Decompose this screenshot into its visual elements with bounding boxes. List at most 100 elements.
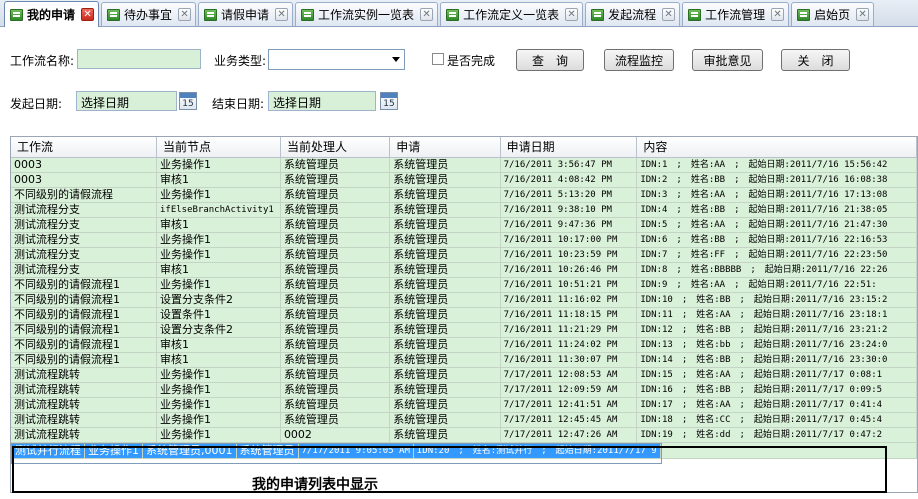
tab-4[interactable]: 工作流实例一览表 ✕ — [295, 2, 439, 26]
table-row[interactable]: 测试流程跳转 业务操作1 系统管理员 系统管理员 7/17/2011 12:45:45 … — [11, 412, 917, 428]
tab-8[interactable]: 启始页 ✕ — [791, 2, 875, 26]
tab-7[interactable]: 工作流管理 ✕ — [682, 2, 790, 26]
table-row[interactable]: 0003 业务操作1 系统管理员 系统管理员 7/16/2011 3:56:47 PM I… — [11, 157, 917, 173]
close-icon[interactable]: ✕ — [662, 8, 676, 21]
table-cell: IDN:12 ; 姓名:BB ; 起始日期:2011/7/16 23:21:2 — [636, 322, 917, 338]
table-cell: 系统管理员 — [280, 292, 391, 308]
table-cell: 测试流程跳转 — [11, 382, 157, 398]
application-list-grid[interactable]: 工作流 当前节点 当前处理人 申请 申请日期 内容 0003 业务操作1 系统管理员 系统管理员… — [10, 136, 918, 493]
table-row[interactable]: 测试流程分支 业务操作1 系统管理员 系统管理员 7/16/2011 10:17:00 … — [11, 232, 917, 248]
column-header[interactable]: 当前处理人 — [280, 137, 391, 158]
table-cell: 系统管理员 — [389, 277, 501, 293]
tab-bar: 我的申请 ✕ 待办事宜 ✕ 请假申请 ✕ 工作流实例一览表 ✕ 工作流定义一览表 ✕ 发起流程 ✕ 工作… — [0, 0, 918, 27]
table-cell: 7/16/2011 9:47:36 PM — [500, 217, 638, 233]
table-row[interactable]: 测试流程分支 审核1 系统管理员 系统管理员 7/16/2011 10:26:46 PM… — [11, 262, 917, 278]
table-row[interactable]: 测试流程分支 审核1 系统管理员 系统管理员 7/16/2011 9:47:36 PM I… — [11, 217, 917, 233]
query-button[interactable]: 查 询 — [516, 49, 584, 71]
end-date-input[interactable]: 选择日期 — [268, 91, 376, 111]
table-row[interactable]: 不同级别的请假流程1 设置分支条件2 系统管理员 系统管理员 7/16/2011 11:… — [11, 322, 917, 338]
table-cell: 系统管理员 — [389, 292, 501, 308]
completed-checkbox[interactable] — [432, 53, 444, 65]
table-cell: 测试流程分支 — [11, 232, 157, 248]
tab-page-icon — [688, 8, 702, 21]
table-cell: 系统管理员 — [280, 187, 391, 203]
tab-label: 待办事宜 — [124, 8, 173, 22]
table-cell: 系统管理员 — [389, 412, 501, 428]
table-cell: 系统管理员 — [280, 247, 391, 263]
table-cell: 7/16/2011 9:38:10 PM — [500, 202, 638, 218]
table-cell: 0003 — [11, 157, 157, 173]
table-row[interactable]: 测试流程跳转 业务操作1 0002 系统管理员 7/17/2011 12:47:26 A… — [11, 427, 917, 443]
table-cell: 不同级别的请假流程1 — [11, 322, 157, 338]
start-date-input[interactable]: 选择日期 — [76, 91, 177, 111]
close-icon[interactable]: ✕ — [420, 8, 434, 21]
end-date-label: 结束日期: — [212, 97, 265, 111]
table-cell: 系统管理员 — [389, 307, 501, 323]
table-cell: 业务操作1 — [156, 232, 281, 248]
table-cell: 系统管理员 — [280, 337, 391, 353]
table-cell: 系统管理员 — [280, 277, 391, 293]
table-cell: 系统管理员 — [389, 232, 501, 248]
table-cell: 7/16/2011 10:26:46 PM — [500, 262, 638, 278]
process-monitor-button[interactable]: 流程监控 — [604, 49, 674, 71]
tab-6[interactable]: 发起流程 ✕ — [585, 2, 681, 26]
table-row[interactable]: 测试流程跳转 业务操作1 系统管理员 系统管理员 7/17/2011 12:09:59 … — [11, 382, 917, 398]
table-cell: 业务操作1 — [156, 427, 281, 443]
table-cell: 系统管理员 — [280, 322, 391, 338]
tab-3[interactable]: 请假申请 ✕ — [198, 2, 294, 26]
approval-opinion-button[interactable]: 审批意见 — [692, 49, 763, 71]
table-cell: 0002 — [280, 427, 391, 443]
tab-5[interactable]: 工作流定义一览表 ✕ — [440, 2, 584, 26]
close-icon[interactable]: ✕ — [81, 8, 95, 21]
table-row[interactable]: 测试流程跳转 业务操作1 系统管理员 系统管理员 7/17/2011 12:41:51 … — [11, 397, 917, 413]
highlight-box — [12, 446, 887, 493]
column-header[interactable]: 内容 — [636, 137, 917, 158]
tab-label: 发起流程 — [608, 8, 657, 22]
table-row[interactable]: 不同级别的请假流程1 审核1 系统管理员 系统管理员 7/16/2011 11:24:0… — [11, 337, 917, 353]
table-row[interactable]: 不同级别的请假流程1 业务操作1 系统管理员 系统管理员 7/16/2011 10:51… — [11, 277, 917, 293]
business-type-select[interactable] — [268, 49, 405, 70]
table-cell: 审核1 — [156, 352, 281, 368]
close-icon[interactable]: ✕ — [771, 8, 785, 21]
table-cell: 系统管理员 — [280, 172, 391, 188]
table-cell: 测试流程跳转 — [11, 367, 157, 383]
workflow-name-input[interactable] — [77, 49, 201, 69]
table-row[interactable]: 不同级别的请假流程 业务操作1 系统管理员 系统管理员 7/16/2011 5:13:2… — [11, 187, 917, 203]
column-header[interactable]: 工作流 — [11, 137, 157, 158]
table-cell: IDN:4 ; 姓名:BB ; 起始日期:2011/7/16 21:38:05 — [636, 202, 917, 218]
close-icon[interactable]: ✕ — [565, 8, 579, 21]
calendar-icon[interactable]: 15 — [380, 92, 398, 110]
annotation-caption: 我的申请列表中显示 — [252, 477, 378, 493]
table-cell: 系统管理员 — [389, 187, 501, 203]
column-header[interactable]: 申请日期 — [500, 137, 638, 158]
table-row[interactable]: 0003 审核1 系统管理员 系统管理员 7/16/2011 4:08:42 PM IDN… — [11, 172, 917, 188]
table-cell: 系统管理员 — [389, 427, 501, 443]
table-row[interactable]: 测试流程分支 业务操作1 系统管理员 系统管理员 7/16/2011 10:23:59 … — [11, 247, 917, 263]
column-header[interactable]: 申请 — [389, 137, 501, 158]
table-cell: 系统管理员 — [389, 172, 501, 188]
table-cell: 测试流程分支 — [11, 262, 157, 278]
close-icon[interactable]: ✕ — [178, 8, 192, 21]
table-cell: IDN:11 ; 姓名:AA ; 起始日期:2011/7/16 23:18:1 — [636, 307, 917, 323]
tab-1[interactable]: 我的申请 ✕ — [4, 1, 100, 27]
table-row[interactable]: 不同级别的请假流程1 审核1 系统管理员 系统管理员 7/16/2011 11:30:0… — [11, 352, 917, 368]
table-row[interactable]: 不同级别的请假流程1 设置分支条件2 系统管理员 系统管理员 7/16/2011 11:… — [11, 292, 917, 308]
completed-label: 是否完成 — [447, 54, 496, 68]
table-cell: 系统管理员 — [389, 367, 501, 383]
table-row[interactable]: 不同级别的请假流程1 设置条件1 系统管理员 系统管理员 7/16/2011 11:18… — [11, 307, 917, 323]
table-cell: 测试流程跳转 — [11, 412, 157, 428]
close-icon[interactable]: ✕ — [275, 8, 289, 21]
table-cell: 不同级别的请假流程 — [11, 187, 157, 203]
table-cell: 7/16/2011 3:56:47 PM — [500, 157, 638, 173]
tab-2[interactable]: 待办事宜 ✕ — [101, 2, 197, 26]
calendar-icon[interactable]: 15 — [179, 92, 197, 110]
table-cell: 7/16/2011 4:08:42 PM — [500, 172, 638, 188]
close-icon[interactable]: ✕ — [856, 8, 870, 21]
column-header[interactable]: 当前节点 — [156, 137, 281, 158]
table-cell: 业务操作1 — [156, 187, 281, 203]
table-cell: 系统管理员 — [280, 412, 391, 428]
tab-label: 我的申请 — [27, 8, 76, 22]
table-row[interactable]: 测试流程跳转 业务操作1 系统管理员 系统管理员 7/17/2011 12:08:53 … — [11, 367, 917, 383]
close-button[interactable]: 关 闭 — [781, 49, 850, 71]
table-row[interactable]: 测试流程分支 ifElseBranchActivity1 系统管理员 系统管理员 7/1… — [11, 202, 917, 218]
